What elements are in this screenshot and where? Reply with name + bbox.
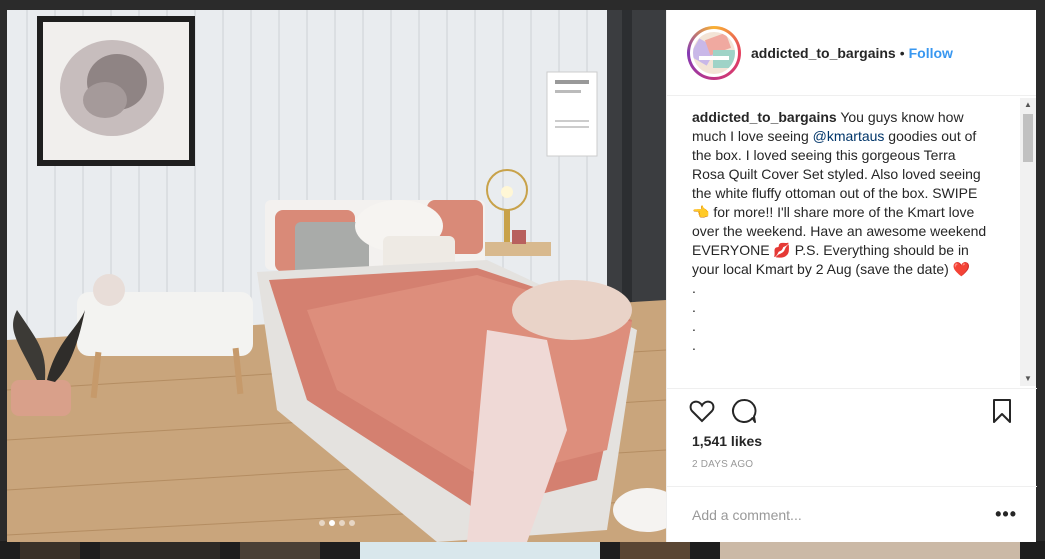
post-side-panel: addicted_to_bargains • Follow addicted_t… [666,10,1037,542]
scroll-down-arrow-icon[interactable]: ▼ [1020,372,1036,386]
post-photo[interactable] [7,10,666,542]
carousel-dot-active[interactable] [328,520,335,526]
post-actions: 1,541 likes 2 DAYS AGO [667,388,1037,470]
header-separator: • [899,44,905,61]
avatar[interactable] [690,28,738,77]
comment-icon[interactable] [729,396,759,426]
caption-dot: . [692,318,696,334]
caption-scrollbar[interactable]: ▲ ▼ [1020,98,1036,386]
heart-icon[interactable] [687,396,717,426]
caption-mention[interactable]: @kmartaus [813,128,885,144]
caption-username[interactable]: addicted_to_bargains [692,109,837,125]
header-username[interactable]: addicted_to_bargains [751,45,896,61]
avatar-story-ring[interactable] [687,25,741,80]
scroll-up-arrow-icon[interactable]: ▲ [1020,98,1036,112]
post-header: addicted_to_bargains • Follow [667,10,1036,96]
carousel-dot[interactable] [338,520,345,526]
post-modal: addicted_to_bargains • Follow addicted_t… [7,10,1037,542]
caption-text-2: goodies out of the box. I loved seeing t… [692,128,987,277]
caption-scroll-area[interactable]: addicted_to_bargains You guys know how m… [667,96,1037,388]
carousel-dot[interactable] [318,520,325,526]
bookmark-icon[interactable] [987,396,1017,426]
caption-dot: . [692,280,696,296]
carousel-dots [7,520,666,526]
follow-button[interactable]: Follow [909,45,953,61]
caption-dot: . [692,337,696,353]
post-caption: addicted_to_bargains You guys know how m… [667,96,1012,355]
caption-dot: . [692,299,696,315]
comment-bar: ••• [667,486,1037,542]
bedroom-photo [7,10,666,542]
comment-input[interactable] [692,506,996,523]
background-feed-strip [0,541,1045,559]
more-options-icon[interactable]: ••• [995,504,1017,525]
scrollbar-thumb[interactable] [1023,114,1033,162]
like-count[interactable]: 1,541 likes [687,433,1017,449]
post-timestamp[interactable]: 2 DAYS AGO [687,459,1017,470]
carousel-dot[interactable] [348,520,355,526]
